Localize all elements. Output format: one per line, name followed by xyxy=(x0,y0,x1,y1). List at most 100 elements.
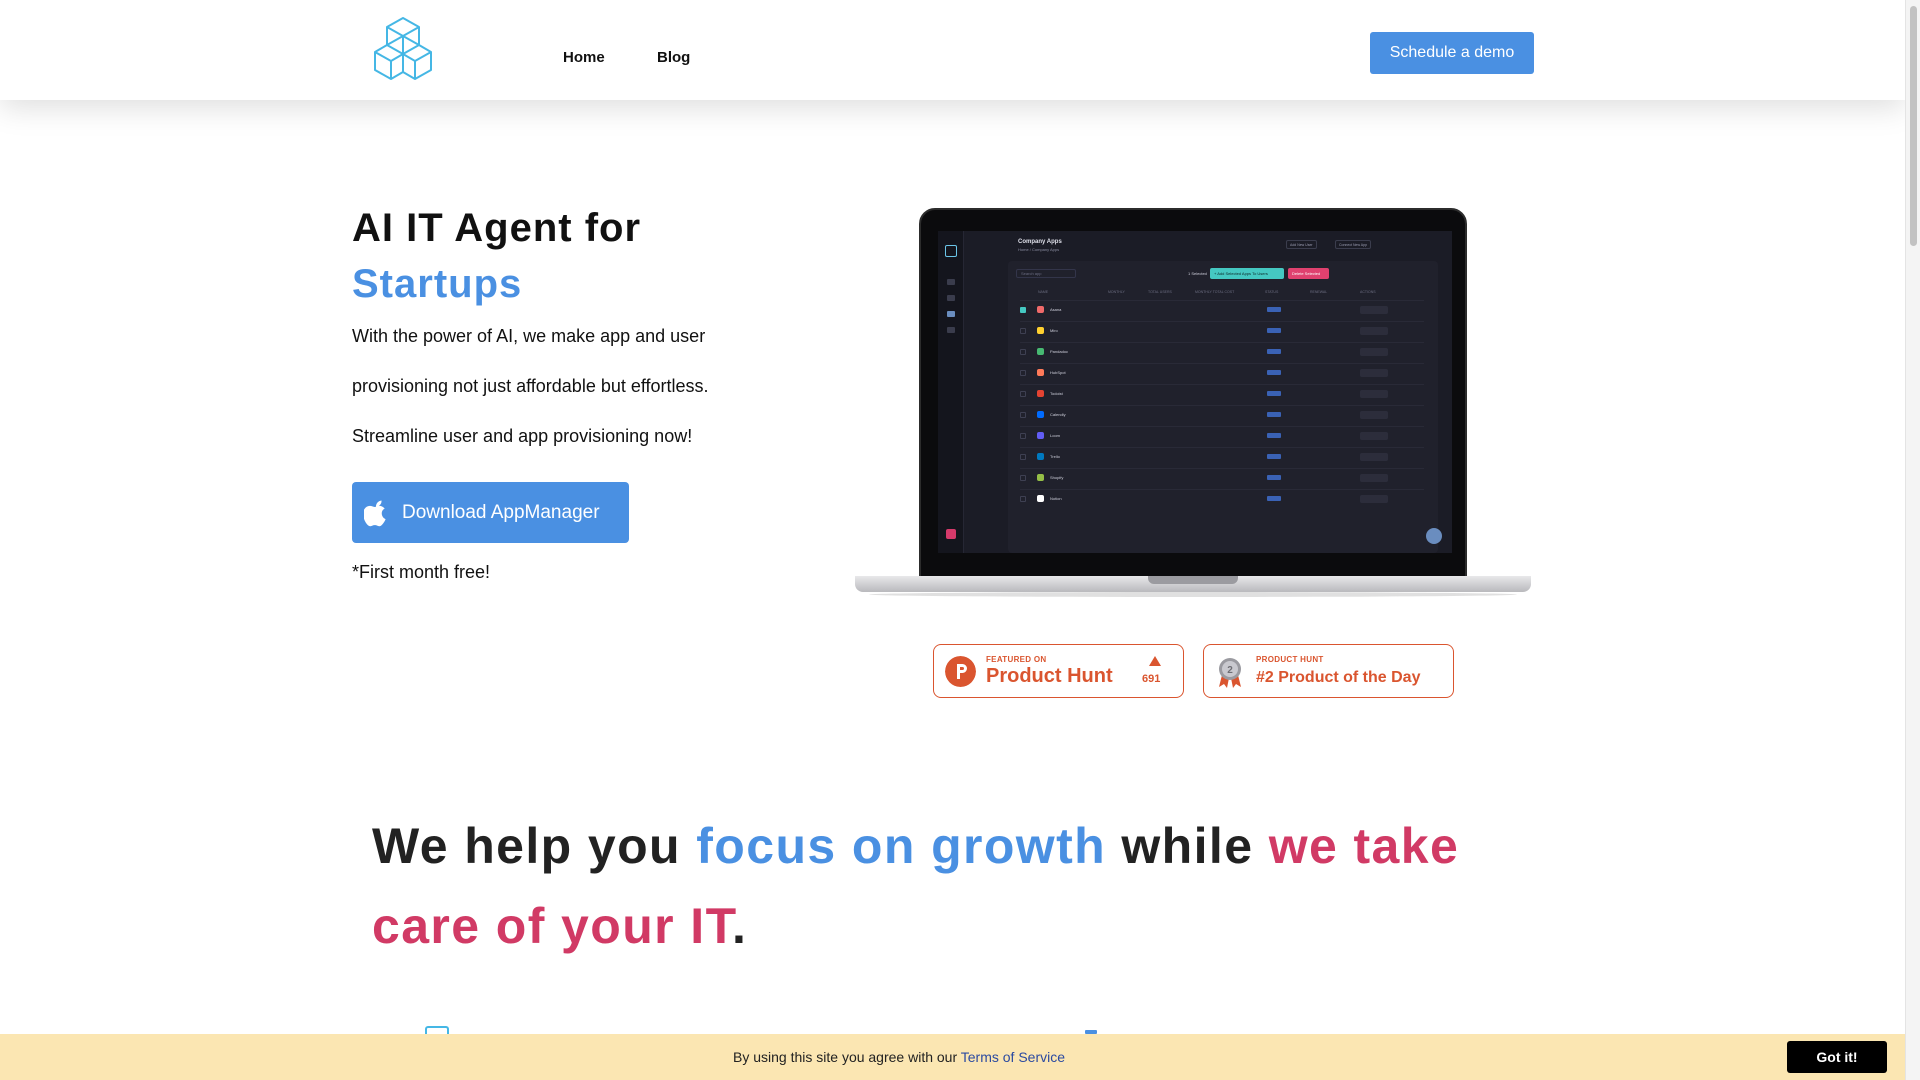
app-page-title: Company Apps xyxy=(1018,239,1062,245)
col-header: STATUS xyxy=(1265,290,1279,294)
status-badge xyxy=(1267,496,1281,501)
settings-icon xyxy=(947,327,955,333)
tagline-period: . xyxy=(732,898,748,954)
growth-tagline: We help you focus on growth while we tak… xyxy=(372,806,1472,966)
app-name: HubSpot xyxy=(1050,370,1066,375)
col-header: MONTHLY TOTAL COST xyxy=(1195,290,1235,294)
table-row: Trello xyxy=(1020,447,1424,465)
app-search-input: Search app xyxy=(1016,269,1076,278)
product-hunt-featured-badge[interactable]: FEATURED ON Product Hunt 691 xyxy=(933,644,1184,698)
upvote-arrow-icon xyxy=(1149,656,1161,666)
medal-icon: 2 xyxy=(1219,658,1241,688)
isometric-cubes-logo[interactable] xyxy=(370,14,436,86)
app-icon xyxy=(1037,432,1044,439)
row-actions-button xyxy=(1360,474,1388,482)
app-breadcrumb: Home / Company Apps xyxy=(1018,247,1060,252)
row-actions-button xyxy=(1360,369,1388,377)
table-row: Pandadoc xyxy=(1020,342,1424,360)
tagline-part1: We help you xyxy=(372,818,697,874)
avatar xyxy=(946,529,956,539)
row-checkbox xyxy=(1020,328,1026,334)
app-logo-icon xyxy=(945,245,957,257)
row-actions-button xyxy=(1360,495,1388,503)
app-connect-app-button: Connect New App xyxy=(1335,240,1372,249)
row-checkbox xyxy=(1020,349,1026,355)
app-name: Miro xyxy=(1050,328,1058,333)
app-add-selected-button: + Add Selected Apps To Users xyxy=(1210,268,1284,279)
app-selected-count: 1 Selected xyxy=(1188,271,1207,276)
hero-paragraph-line1: With the power of AI, we make app and us… xyxy=(352,326,706,346)
col-header: NAME xyxy=(1038,290,1049,294)
table-row: Shopify xyxy=(1020,468,1424,486)
download-appmanager-button[interactable]: Download AppManager xyxy=(352,482,629,543)
app-icon xyxy=(1037,348,1044,355)
product-hunt-award-badge[interactable]: 2 PRODUCT HUNT #2 Product of the Day xyxy=(1203,644,1454,698)
terms-of-service-link[interactable]: Terms of Service xyxy=(961,1049,1065,1065)
col-header: TOTAL USERS xyxy=(1148,290,1172,294)
apps-icon xyxy=(947,311,955,317)
nav-blog-link[interactable]: Blog xyxy=(657,49,690,66)
badge-award-caption: PRODUCT HUNT xyxy=(1256,655,1324,664)
table-row: HubSpot xyxy=(1020,363,1424,381)
hero-title-accent: Startups xyxy=(352,262,523,306)
status-badge xyxy=(1267,433,1281,438)
status-badge xyxy=(1267,454,1281,459)
row-actions-button xyxy=(1360,327,1388,335)
col-header: MONTHLY xyxy=(1108,290,1125,294)
row-actions-button xyxy=(1360,306,1388,314)
badge-product-hunt-label: Product Hunt xyxy=(986,665,1113,687)
upvote-count: 691 xyxy=(1142,673,1161,685)
row-actions-button xyxy=(1360,348,1388,356)
users-icon xyxy=(947,295,955,301)
tagline-part3: while xyxy=(1106,818,1269,874)
app-table-header: NAME MONTHLY TOTAL USERS MONTHLY TOTAL C… xyxy=(1020,290,1424,296)
col-header: ACTIONS xyxy=(1360,290,1376,294)
app-name: Trello xyxy=(1050,454,1060,459)
col-header: RENEWAL xyxy=(1310,290,1328,294)
row-checkbox xyxy=(1020,307,1026,313)
hero-paragraph-line2: provisioning not just affordable but eff… xyxy=(352,376,709,396)
row-actions-button xyxy=(1360,432,1388,440)
app-icon xyxy=(1037,495,1044,502)
status-badge xyxy=(1267,412,1281,417)
cookie-consent-bar: By using this site you agree with our Te… xyxy=(0,1034,1905,1080)
hero-paragraph-line3: Streamline user and app provisioning now… xyxy=(352,426,693,446)
cookie-text: By using this site you agree with our Te… xyxy=(733,1049,1065,1065)
status-badge xyxy=(1267,328,1281,333)
app-icon xyxy=(1037,474,1044,481)
cookie-message: By using this site you agree with our xyxy=(733,1049,961,1065)
svg-text:2: 2 xyxy=(1227,665,1233,676)
free-trial-note: *First month free! xyxy=(352,562,491,582)
cookie-accept-button[interactable]: Got it! xyxy=(1787,1041,1887,1073)
app-icon xyxy=(1037,411,1044,418)
nav-home-link[interactable]: Home xyxy=(563,49,605,66)
laptop-bezel: Company Apps Home / Company Apps Add New… xyxy=(919,208,1467,578)
laptop-shadow xyxy=(869,592,1517,597)
table-row: Todoist xyxy=(1020,384,1424,402)
app-table-panel: Search app 1 Selected + Add Selected App… xyxy=(1008,261,1438,553)
table-row: Notion xyxy=(1020,489,1424,507)
status-badge xyxy=(1267,475,1281,480)
laptop-mockup: Company Apps Home / Company Apps Add New… xyxy=(855,208,1531,598)
row-actions-button xyxy=(1360,390,1388,398)
laptop-notch xyxy=(1148,576,1238,584)
tagline-highlight-growth: focus on growth xyxy=(696,818,1107,874)
table-row: Miro xyxy=(1020,321,1424,339)
page-scrollbar[interactable] xyxy=(1905,0,1920,1080)
scrollbar-thumb[interactable] xyxy=(1910,6,1917,246)
status-badge xyxy=(1267,391,1281,396)
table-row: Calendly xyxy=(1020,405,1424,423)
status-badge xyxy=(1267,307,1281,312)
site-header: Home Blog Schedule a demo xyxy=(0,0,1905,100)
app-screenshot: Company Apps Home / Company Apps Add New… xyxy=(938,231,1452,553)
app-name: Pandadoc xyxy=(1050,349,1069,354)
schedule-demo-button[interactable]: Schedule a demo xyxy=(1370,32,1534,74)
badge-award-label: #2 Product of the Day xyxy=(1256,669,1421,686)
feature-icon-partial xyxy=(425,1026,449,1034)
app-add-user-button: Add New User xyxy=(1286,240,1317,249)
row-checkbox xyxy=(1020,454,1026,460)
app-name: Asana xyxy=(1050,307,1062,312)
chat-bubble-icon xyxy=(1426,528,1442,544)
download-button-label: Download AppManager xyxy=(402,501,600,523)
app-name: Shopify xyxy=(1050,475,1064,480)
